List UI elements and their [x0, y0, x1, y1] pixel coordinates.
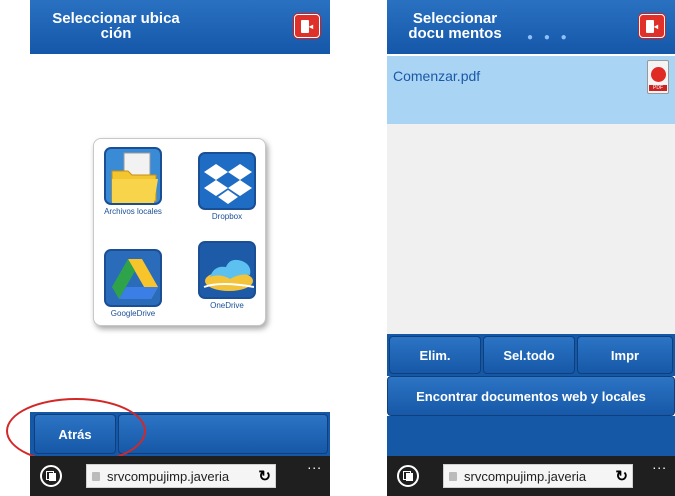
location-label: Dropbox	[211, 212, 243, 221]
file-name: Comenzar.pdf	[393, 68, 481, 84]
location-picker: Archivos locales Dropbox GoogleDrive One…	[93, 138, 266, 326]
tabs-icon-fill	[406, 473, 413, 481]
location-local-files[interactable]: Archivos locales	[100, 147, 166, 217]
reload-icon[interactable]: ↻	[615, 467, 628, 485]
more-options-icon[interactable]: ...	[652, 456, 667, 472]
address-bar[interactable]: srvcompujimp.javeria ↻	[86, 464, 276, 488]
exit-button[interactable]: ◂	[639, 14, 665, 38]
tabs-button[interactable]	[40, 465, 62, 487]
location-label: OneDrive	[210, 301, 244, 310]
loading-indicator: ● ● ●	[527, 32, 571, 43]
print-button[interactable]: Impr	[577, 336, 673, 374]
page-title: Seleccionar ubica ción	[52, 10, 180, 42]
url-text: srvcompujimp.javeria	[464, 469, 587, 484]
url-text: srvcompujimp.javeria	[107, 469, 230, 484]
arrow-icon: ◂	[654, 22, 659, 31]
page-title: Seleccionar docu mentos	[408, 10, 502, 42]
find-documents-button[interactable]: Encontrar documentos web y locales	[387, 376, 675, 416]
lock-icon	[92, 472, 100, 481]
location-label: GoogleDrive	[110, 309, 156, 318]
lock-icon	[449, 472, 457, 481]
highlight-annotation	[6, 398, 146, 464]
action-bar: Elim. Sel.todo Impr	[387, 334, 675, 376]
browser-bar: srvcompujimp.javeria ↻ ...	[387, 456, 675, 496]
side-by-side-screens: Seleccionar ubica ción ◂ Archivos locale…	[0, 0, 675, 496]
select-documents-screen: Seleccionar docu mentos ● ● ● ◂ Comenzar…	[387, 0, 675, 496]
dropbox-icon	[198, 152, 256, 210]
tabs-icon-fill	[49, 473, 56, 481]
reload-icon[interactable]: ↻	[258, 467, 271, 485]
list-item[interactable]: Comenzar.pdf PDF	[387, 56, 675, 124]
location-onedrive[interactable]: OneDrive	[194, 241, 260, 311]
empty-button-slot	[118, 414, 328, 454]
location-label: Archivos locales	[104, 207, 162, 216]
select-all-button[interactable]: Sel.todo	[483, 336, 575, 374]
location-google-drive[interactable]: GoogleDrive	[100, 249, 166, 319]
more-options-icon[interactable]: ...	[307, 456, 322, 472]
document-list-area	[387, 124, 675, 334]
exit-icon	[646, 20, 654, 33]
header-bar: Seleccionar docu mentos ● ● ● ◂	[387, 0, 675, 54]
browser-bar: srvcompujimp.javeria ↻ ...	[30, 456, 330, 496]
google-drive-icon	[104, 249, 162, 307]
pdf-icon: PDF	[647, 60, 669, 94]
select-location-screen: Seleccionar ubica ción ◂ Archivos locale…	[6, 0, 330, 496]
delete-button[interactable]: Elim.	[389, 336, 481, 374]
exit-icon	[301, 20, 309, 33]
arrow-icon: ◂	[309, 22, 314, 31]
exit-button[interactable]: ◂	[294, 14, 320, 38]
bottom-app-bar	[387, 416, 675, 456]
location-dropbox[interactable]: Dropbox	[194, 152, 260, 222]
pdf-tag: PDF	[649, 85, 667, 91]
folder-icon	[104, 147, 162, 205]
header-bar: Seleccionar ubica ción ◂	[30, 0, 330, 54]
tabs-button[interactable]	[397, 465, 419, 487]
onedrive-icon	[198, 241, 256, 299]
address-bar[interactable]: srvcompujimp.javeria ↻	[443, 464, 633, 488]
pdf-logo	[651, 67, 666, 82]
